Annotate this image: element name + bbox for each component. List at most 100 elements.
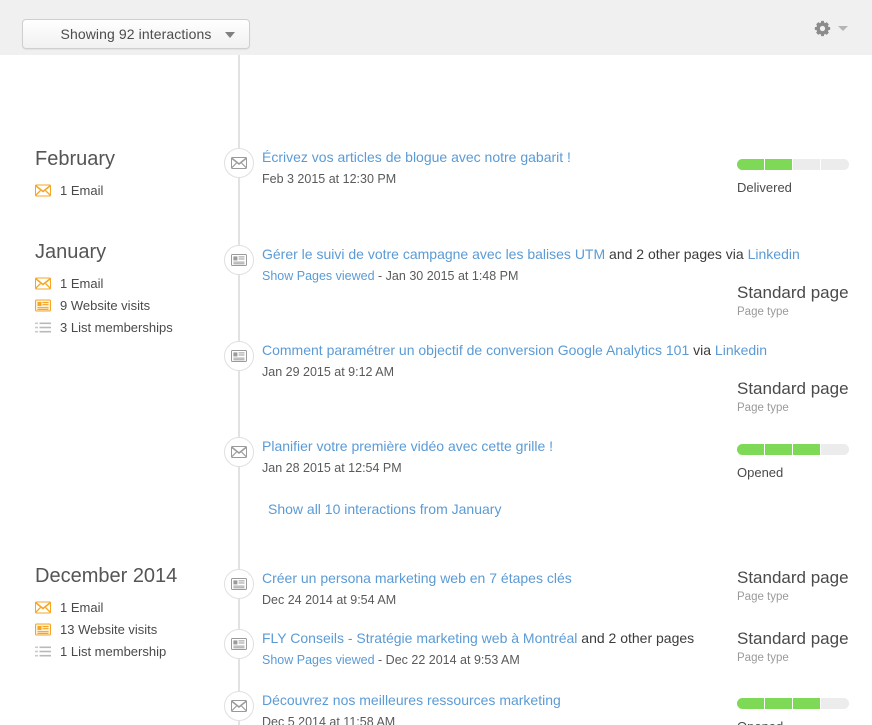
chevron-down-icon	[225, 32, 235, 38]
interaction-body: Comment paramétrer un objectif de conver…	[262, 341, 767, 380]
top-toolbar: Showing 92 interactions	[0, 0, 872, 55]
month-block: February 1 Email	[35, 147, 230, 201]
interaction-timestamp: Dec 24 2014 at 9:54 AM	[262, 593, 397, 607]
interaction-status: Standard page Page type	[737, 283, 867, 318]
progress-segment	[821, 159, 849, 170]
interaction-title: FLY Conseils - Stratégie marketing web à…	[262, 629, 722, 647]
envelope-icon	[231, 446, 247, 458]
interaction-title: Découvrez nos meilleures ressources mark…	[262, 691, 722, 709]
interaction-title-suffix: via	[689, 342, 715, 358]
email-status-progress	[737, 444, 849, 455]
interaction-title-link[interactable]: Gérer le suivi de votre campagne avec le…	[262, 246, 605, 262]
progress-segment	[821, 444, 849, 455]
list-icon	[35, 646, 51, 656]
interaction-body: Créer un persona marketing web en 7 étap…	[262, 569, 722, 608]
interaction-title-suffix: and 2 other pages via	[605, 246, 748, 262]
interaction-title: Planifier votre première vidéo avec cett…	[262, 437, 722, 455]
interaction-status: Delivered	[737, 159, 867, 195]
email-status-label: Delivered	[737, 180, 792, 195]
interaction-title-link[interactable]: Créer un persona marketing web en 7 étap…	[262, 570, 572, 586]
month-block: January 1 Email 9 Website visits 3 List mem…	[35, 240, 230, 338]
settings-menu-button[interactable]	[814, 20, 848, 37]
timeline-node	[224, 148, 254, 178]
interaction-status: Standard page Page type	[737, 379, 867, 414]
month-stat-label: 9 Website visits	[60, 297, 151, 313]
interaction-body: Planifier votre première vidéo avec cett…	[262, 437, 722, 476]
page-icon	[231, 578, 247, 590]
month-title: February	[35, 148, 116, 170]
page-type-name: Standard page	[737, 629, 849, 648]
progress-segment	[765, 698, 793, 709]
envelope-icon	[231, 700, 247, 712]
page-type-sublabel: Page type	[737, 306, 789, 318]
interaction-title-link[interactable]: Écrivez vos articles de blogue avec notr…	[262, 149, 571, 165]
show-pages-viewed-link[interactable]: Show Pages viewed	[262, 653, 375, 667]
email-status-label: Opened	[737, 719, 867, 725]
envelope-icon	[35, 601, 51, 613]
page-type-sublabel: Page type	[737, 652, 789, 664]
timeline-node	[224, 691, 254, 721]
progress-segment	[765, 159, 793, 170]
page-type-sublabel: Page type	[737, 591, 789, 603]
interaction-body: Gérer le suivi de votre campagne avec le…	[262, 245, 800, 284]
month-stat: 9 Website visits	[35, 294, 230, 316]
month-stat: 1 Email	[35, 596, 230, 618]
interaction-title-link[interactable]: Comment paramétrer un objectif de conver…	[262, 342, 689, 358]
referrer-link[interactable]: Linkedin	[748, 246, 800, 262]
interaction-meta: Show Pages viewed - Dec 22 2014 at 9:53 …	[262, 652, 722, 668]
interactions-timeline: February 1 Email January 1 Email 9 Website v…	[0, 55, 872, 725]
month-stat-label: 1 List membership	[60, 643, 167, 659]
email-status-label: Opened	[737, 465, 784, 480]
month-stat-label: 1 Email	[60, 599, 104, 615]
progress-segment	[737, 159, 765, 170]
page-icon	[231, 638, 247, 650]
referrer-link[interactable]: Linkedin	[715, 342, 767, 358]
interaction-meta: Jan 28 2015 at 12:54 PM	[262, 460, 722, 476]
month-stat: 1 Email	[35, 272, 230, 294]
interaction-title-link[interactable]: Planifier votre première vidéo avec cett…	[262, 438, 553, 454]
month-stat-label: 3 List memberships	[60, 319, 173, 335]
timeline-node	[224, 245, 254, 275]
month-stat: 3 List memberships	[35, 316, 230, 338]
interaction-timestamp: - Dec 22 2014 at 9:53 AM	[374, 653, 520, 667]
progress-segment	[765, 444, 793, 455]
email-status-progress	[737, 698, 849, 709]
envelope-icon	[35, 184, 51, 196]
interaction-status: Standard page Page type	[737, 568, 867, 603]
show-pages-viewed-link[interactable]: Show Pages viewed	[262, 269, 375, 283]
interaction-title-suffix: and 2 other pages	[577, 630, 695, 646]
interaction-meta: Show Pages viewed - Jan 30 2015 at 1:48 …	[262, 268, 722, 284]
interactions-filter-dropdown[interactable]: Showing 92 interactions	[22, 19, 250, 49]
interaction-status: Standard page Page type	[737, 629, 867, 664]
interaction-meta: Dec 24 2014 at 9:54 AM	[262, 592, 722, 608]
interaction-timestamp: - Jan 30 2015 at 1:48 PM	[374, 269, 519, 283]
interaction-meta: Jan 29 2015 at 9:12 AM	[262, 364, 722, 380]
month-stat-label: 13 Website visits	[60, 621, 158, 637]
progress-segment	[737, 698, 765, 709]
page-icon	[231, 350, 247, 362]
gear-icon	[814, 20, 831, 37]
email-status-progress	[737, 159, 849, 170]
progress-segment	[821, 698, 849, 709]
show-all-interactions-link[interactable]: Show all 10 interactions from January	[268, 501, 501, 517]
page-icon	[35, 299, 51, 311]
interaction-timestamp: Dec 5 2014 at 11:58 AM	[262, 715, 396, 725]
page-type-name: Standard page	[737, 568, 849, 587]
interaction-timestamp: Jan 28 2015 at 12:54 PM	[262, 461, 402, 475]
interaction-title-link[interactable]: Découvrez nos meilleures ressources mark…	[262, 692, 561, 708]
interaction-status: Opened	[737, 698, 867, 725]
progress-segment	[793, 444, 821, 455]
interaction-body: Écrivez vos articles de blogue avec notr…	[262, 148, 722, 187]
interaction-title: Écrivez vos articles de blogue avec notr…	[262, 148, 722, 166]
envelope-icon	[231, 157, 247, 169]
interaction-title-link[interactable]: FLY Conseils - Stratégie marketing web à…	[262, 630, 577, 646]
page-type-name: Standard page	[737, 379, 849, 398]
interaction-status: Opened	[737, 444, 867, 480]
month-title: January	[35, 241, 107, 263]
interaction-meta: Dec 5 2014 at 11:58 AM	[262, 714, 722, 725]
interaction-timestamp: Feb 3 2015 at 12:30 PM	[262, 172, 397, 186]
progress-segment	[793, 698, 821, 709]
page-icon	[35, 623, 51, 635]
month-stat-label: 1 Email	[60, 275, 104, 291]
envelope-icon	[35, 277, 51, 289]
